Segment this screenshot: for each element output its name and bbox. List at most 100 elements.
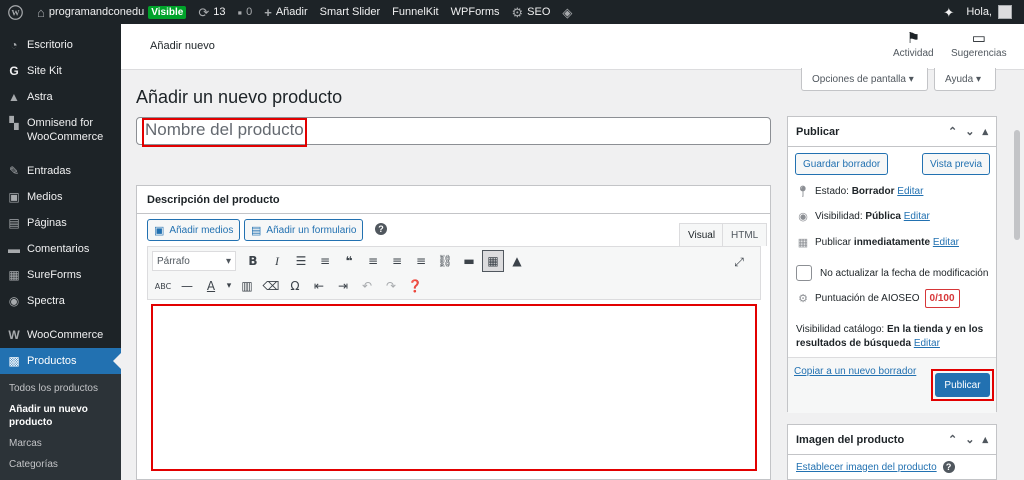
submenu-item-marcas[interactable]: Marcas <box>0 433 121 454</box>
wordpress-logo-icon[interactable]: W <box>0 0 31 24</box>
submenu-item-todos-productos[interactable]: Todos los productos <box>0 378 121 399</box>
bold-icon[interactable]: B <box>242 250 264 272</box>
strikethrough-icon[interactable]: ABC <box>152 275 174 297</box>
blockquote-icon[interactable]: ❝ <box>338 250 360 272</box>
help-button[interactable]: Ayuda ▾ <box>934 68 996 91</box>
status-row: 📍︎ Estado: Borrador Editar <box>796 186 924 198</box>
outdent-icon[interactable]: ⇤ <box>308 275 330 297</box>
wpforms-link[interactable]: WPForms <box>445 0 506 24</box>
align-right-icon[interactable]: ≡ <box>410 250 432 272</box>
tab-visual[interactable]: Visual <box>679 223 725 246</box>
admin-sidebar: ◔ Escritorio G Site Kit ▲ Astra ▚ Omnisend f… <box>0 24 121 480</box>
sidebar-item-productos[interactable]: ▩ Productos <box>0 348 121 374</box>
sidebar-item-spectra[interactable]: ◉ Spectra <box>0 288 121 314</box>
sidebar-item-entradas[interactable]: ✎ Entradas <box>0 158 121 184</box>
sureforms-icon: ▦ <box>8 268 20 282</box>
text-color-icon[interactable]: A <box>200 275 222 297</box>
italic-icon[interactable]: I <box>266 250 288 272</box>
description-editor[interactable] <box>151 304 757 471</box>
aioseo-icon: ⚙ <box>798 293 808 305</box>
form-icon: ▤ <box>251 224 262 237</box>
smart-slider-link[interactable]: Smart Slider <box>314 0 387 24</box>
collapse-toggle-icon[interactable]: ▴ <box>982 433 988 446</box>
scrollbar[interactable] <box>1010 70 1024 480</box>
sidebar-item-site-kit[interactable]: G Site Kit <box>0 58 121 84</box>
activity-button[interactable]: ⚑ Actividad <box>893 30 934 59</box>
add-new-link[interactable]: + Añadir <box>258 0 313 24</box>
numbered-list-icon[interactable]: ≡ <box>314 250 336 272</box>
sidebar-item-omnisend[interactable]: ▚ Omnisend for WooCommerce <box>0 110 121 150</box>
sidebar-item-medios[interactable]: ▣ Medios <box>0 184 121 210</box>
keyboard-help-icon[interactable]: ❓ <box>404 275 426 297</box>
sidebar-item-escritorio[interactable]: ◔ Escritorio <box>0 32 121 58</box>
sidebar-item-sureforms[interactable]: ▦ SureForms <box>0 262 121 288</box>
help-icon[interactable]: ? <box>375 223 387 235</box>
page-title: Añadir un nuevo producto <box>136 87 343 107</box>
edit-schedule-link[interactable]: Editar <box>933 237 959 248</box>
chevron-up-icon[interactable]: ⌃ <box>948 125 957 138</box>
link-icon[interactable]: ⛓ <box>434 250 456 272</box>
add-form-button[interactable]: ▤ Añadir un formulario <box>244 219 364 241</box>
sidebar-item-paginas[interactable]: ▤ Páginas <box>0 210 121 236</box>
suggestions-button[interactable]: ▭ Sugerencias <box>951 30 1007 59</box>
publish-actions: Copiar a un nuevo borrador Publicar <box>788 357 996 413</box>
align-center-icon[interactable]: ≡ <box>386 250 408 272</box>
funnelkit-link[interactable]: FunnelKit <box>386 0 444 24</box>
preview-button[interactable]: Vista previa <box>922 153 991 175</box>
redo-icon[interactable]: ↷ <box>380 275 402 297</box>
undo-icon[interactable]: ↶ <box>356 275 378 297</box>
submenu-item-categorias[interactable]: Categorías <box>0 454 121 475</box>
graduation-cap-icon[interactable]: ▲ <box>506 250 528 272</box>
tab-html[interactable]: HTML <box>722 223 768 246</box>
read-more-icon[interactable]: ▬ <box>458 250 480 272</box>
paste-text-icon[interactable]: ▥ <box>236 275 258 297</box>
sidebar-item-astra[interactable]: ▲ Astra <box>0 84 121 110</box>
pin-icon: 📍︎ <box>796 186 810 198</box>
seo-link[interactable]: ⚙ SEO <box>506 0 557 24</box>
chevron-down-icon[interactable]: ⌄ <box>965 125 974 138</box>
omnisend-icon: ▚ <box>9 116 19 130</box>
toolbar-toggle-icon[interactable]: ▦ <box>482 250 504 272</box>
sparkle-icon[interactable]: ✦ <box>937 0 960 24</box>
align-left-icon[interactable]: ≡ <box>362 250 384 272</box>
sidebar-item-woocommerce[interactable]: W WooCommerce <box>0 322 121 348</box>
astra-icon: ▲ <box>8 90 20 104</box>
indent-icon[interactable]: ⇥ <box>332 275 354 297</box>
publish-button[interactable]: Publicar <box>935 373 990 397</box>
bullet-list-icon[interactable]: ☰ <box>290 250 312 272</box>
updates-link[interactable]: ⟳ 13 <box>192 0 231 24</box>
edit-catalog-link[interactable]: Editar <box>914 338 940 349</box>
screen-options-button[interactable]: Opciones de pantalla ▾ <box>801 68 928 91</box>
special-character-icon[interactable]: Ω <box>284 275 306 297</box>
refresh-icon: ⟳ <box>198 4 210 20</box>
aioseo-score-badge[interactable]: 0/100 <box>924 289 960 308</box>
site-name-label: programandconedu <box>48 6 145 18</box>
help-icon[interactable]: ? <box>942 461 955 473</box>
comments-link[interactable]: ▪ 0 <box>231 0 258 24</box>
user-account-link[interactable]: Hola, <box>960 0 1024 24</box>
chevron-down-icon[interactable]: ▾ <box>224 275 234 297</box>
sidebar-item-comentarios[interactable]: ▬ Comentarios <box>0 236 121 262</box>
add-media-button[interactable]: ▣ Añadir medios <box>147 219 241 241</box>
site-name-link[interactable]: ⌂ programandconedu Visible <box>31 0 192 24</box>
message-icon: ▭ <box>971 30 986 47</box>
flag-icon: ⚑ <box>906 30 921 47</box>
publish-box-title: Publicar <box>796 125 840 138</box>
no-update-date-checkbox[interactable] <box>796 265 812 281</box>
edit-status-link[interactable]: Editar <box>897 186 923 197</box>
fullscreen-icon[interactable]: ⤢ <box>728 251 750 273</box>
set-product-image-link[interactable]: Establecer imagen del producto <box>796 462 937 473</box>
chevron-down-icon[interactable]: ⌄ <box>965 433 974 446</box>
horizontal-line-icon[interactable]: — <box>176 275 198 297</box>
chevron-up-icon[interactable]: ⌃ <box>948 433 957 446</box>
save-draft-button[interactable]: Guardar borrador <box>795 153 889 175</box>
submenu-item-anadir-producto[interactable]: Añadir un nuevo producto <box>0 399 121 433</box>
collapse-toggle-icon[interactable]: ▴ <box>982 125 988 138</box>
clear-formatting-icon[interactable]: ⌫ <box>260 275 282 297</box>
copy-draft-link[interactable]: Copiar a un nuevo borrador <box>794 366 916 377</box>
format-select[interactable]: Párrafo ▾ <box>152 251 236 271</box>
diamond-icon[interactable]: ◈ <box>556 0 578 24</box>
schedule-row: ▦ Publicar inmediatamente Editar <box>797 237 959 249</box>
scrollbar-thumb[interactable] <box>1014 130 1020 240</box>
edit-visibility-link[interactable]: Editar <box>904 211 930 222</box>
